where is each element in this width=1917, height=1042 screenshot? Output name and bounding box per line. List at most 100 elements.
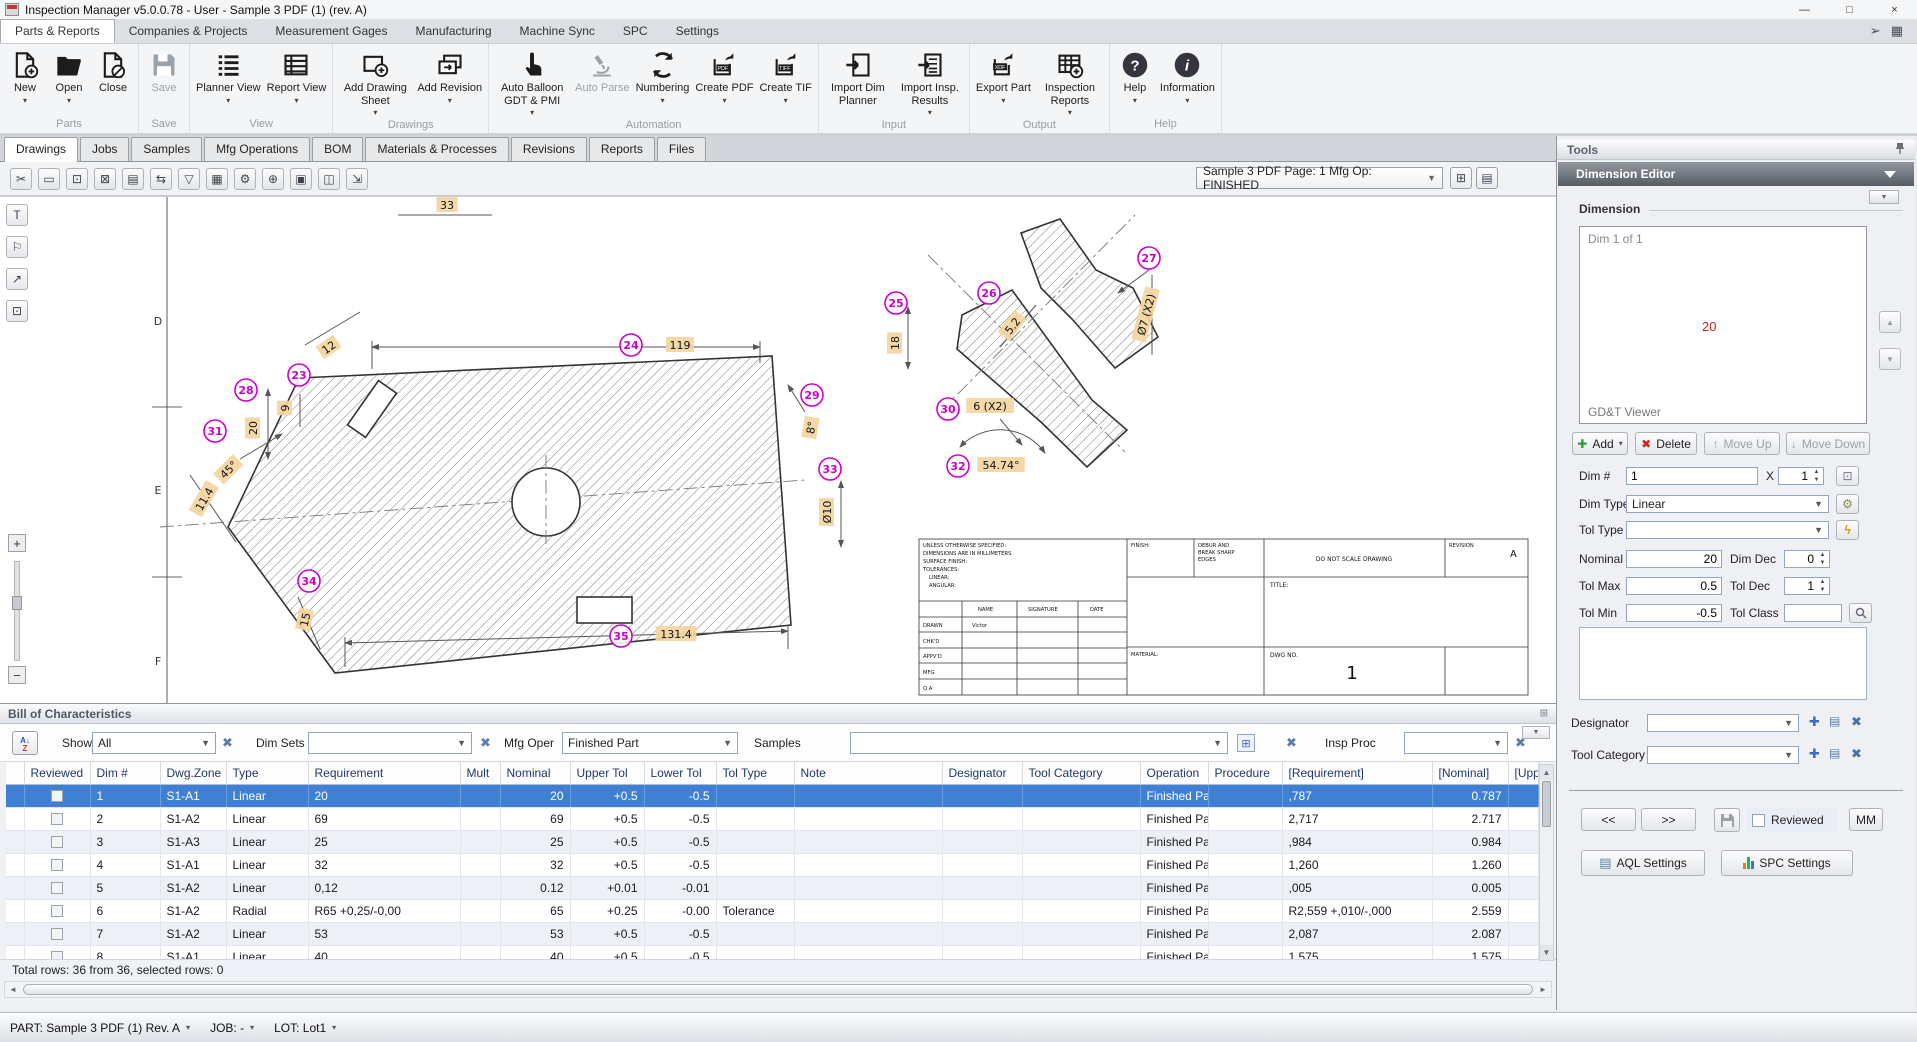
dim-sets-dropdown[interactable]: ▼ — [308, 732, 472, 754]
dimension-label[interactable]: 12 — [316, 335, 342, 359]
balloon-34[interactable]: 34 — [298, 570, 320, 592]
dimension-label[interactable]: 11.4 — [189, 480, 219, 517]
gdt-scroll-up-button[interactable]: ▲ — [1879, 311, 1901, 333]
grid-toggle-button[interactable]: ▦ — [206, 168, 228, 190]
report-view-button[interactable]: Report View ▾ — [264, 46, 330, 107]
panel-options-icon[interactable]: ⊞ — [1540, 708, 1548, 719]
balloon-29[interactable]: 29 — [801, 384, 823, 406]
tab-materials-processes[interactable]: Materials & Processes — [365, 137, 508, 161]
table-row[interactable]: 3 S1-A3 Linear 25 25 +0.5 -0.5 — [6, 831, 1538, 854]
table-row[interactable]: 4 S1-A1 Linear 32 32 +0.5 -0.5 — [6, 854, 1538, 877]
pan-tool-button[interactable]: ⇆ — [150, 168, 172, 190]
x-count-spinner[interactable]: ▲▼ — [1778, 467, 1824, 485]
chevron-down-icon[interactable]: ▾ — [186, 1023, 190, 1032]
auto-parse-button[interactable]: Auto Parse — [572, 46, 632, 97]
balloon-35[interactable]: 35 — [610, 625, 632, 647]
minimize-button[interactable]: — — [1782, 0, 1827, 19]
gdt-scroll-down-button[interactable]: ▼ — [1879, 348, 1901, 370]
designator-form-button[interactable]: ▤ — [1829, 714, 1840, 728]
chevron-down-icon[interactable]: ▾ — [250, 1023, 254, 1032]
editor-collapse-button[interactable]: ▼ — [1869, 190, 1899, 204]
delete-region-button[interactable]: ⊠ — [94, 168, 116, 190]
column-header[interactable]: Tool Category — [1022, 762, 1140, 784]
dimension-list-button[interactable]: ▤ — [1476, 167, 1498, 189]
column-header[interactable]: Upper Tol — [570, 762, 644, 784]
balloon-33[interactable]: 33 — [819, 458, 841, 480]
open-button[interactable]: Open ▾ — [47, 46, 91, 107]
balloon-31[interactable]: 31 — [204, 420, 226, 442]
add-dimension-button[interactable]: ✚ Add ▾ — [1572, 432, 1628, 455]
dim-type-settings-button[interactable]: ⚙ — [1836, 494, 1859, 514]
fit-width-button[interactable]: ◫ — [318, 168, 340, 190]
mfg-oper-dropdown[interactable]: Finished Part▼ — [562, 732, 738, 754]
collapse-filter-button[interactable]: ▼ — [1522, 726, 1550, 739]
sort-button[interactable]: A↓ Z — [12, 731, 38, 755]
column-header[interactable]: Type — [226, 762, 308, 784]
insp-proc-dropdown[interactable]: ▼ — [1404, 732, 1508, 754]
flag-tool-button[interactable]: ⚐ — [6, 236, 28, 258]
nominal-input[interactable] — [1626, 550, 1722, 568]
menu-tab-companies-projects[interactable]: Companies & Projects — [115, 20, 262, 43]
column-header[interactable]: Procedure — [1208, 762, 1282, 784]
leader-tool-button[interactable]: ↗ — [6, 268, 28, 290]
tol-max-input[interactable] — [1626, 577, 1722, 595]
gdt-viewer[interactable]: Dim 1 of 1 20 GD&T Viewer — [1579, 226, 1867, 424]
column-header[interactable]: Operation — [1140, 762, 1208, 784]
clear-samples-icon[interactable]: ✖ — [1286, 735, 1297, 757]
add-designator-button[interactable]: ✚ — [1809, 714, 1820, 730]
menu-tab-manufacturing[interactable]: Manufacturing — [401, 20, 505, 43]
table-row[interactable]: 6 S1-A2 Radial R65 +0,25/-0,00 65 +0.25 … — [6, 900, 1538, 923]
zoom-slider-thumb[interactable] — [12, 596, 22, 610]
filter-balloons-button[interactable]: ▽ — [178, 168, 200, 190]
tol-type-dropdown[interactable]: ▼ — [1626, 521, 1829, 539]
move-down-button[interactable]: ↓ Move Down — [1786, 432, 1870, 455]
inspection-reports-button[interactable]: Inspection Reports ▾ — [1034, 46, 1106, 119]
tab-files[interactable]: Files — [657, 137, 706, 161]
scrollbar-thumb[interactable] — [23, 984, 1533, 995]
status-part[interactable]: PART: Sample 3 PDF (1) Rev. A — [10, 1021, 180, 1035]
aql-settings-button[interactable]: ▤ AQL Settings — [1581, 850, 1705, 876]
zoom-slider[interactable] — [14, 561, 20, 661]
tab-drawings[interactable]: Drawings — [4, 137, 78, 162]
zoom-in-button[interactable]: + — [8, 534, 26, 552]
import-dim-planner-button[interactable]: Import Dim Planner — [822, 46, 894, 109]
clear-show-filter-icon[interactable]: ✖ — [222, 735, 233, 757]
column-header[interactable]: Tol Type — [716, 762, 794, 784]
pin-icon[interactable] — [1895, 142, 1905, 158]
create-tif-button[interactable]: TIFF Create TIF ▾ — [756, 46, 814, 107]
move-up-button[interactable]: ↑ Move Up — [1704, 432, 1780, 455]
fit-page-button[interactable]: ▣ — [290, 168, 312, 190]
balloon-27[interactable]: 27 — [1138, 247, 1160, 269]
column-header[interactable]: Nominal — [500, 762, 570, 784]
numbering-button[interactable]: Numbering ▾ — [633, 46, 693, 107]
drawing-canvas[interactable]: T ⚐ ↗ ⊡ + − — [0, 196, 1556, 703]
column-header[interactable]: [Nominal] — [1432, 762, 1508, 784]
create-pdf-button[interactable]: PDF Create PDF ▾ — [692, 46, 756, 107]
dim-dec-spinner[interactable]: ▲▼ — [1784, 550, 1830, 568]
menu-tab-spc[interactable]: SPC — [609, 20, 662, 43]
drawing-view-selector[interactable]: Sample 3 PDF Page: 1 Mfg Op: FINISHED ▼ — [1196, 167, 1443, 189]
spc-settings-button[interactable]: SPC Settings — [1721, 850, 1853, 876]
reviewed-checkbox-cell[interactable] — [24, 923, 90, 946]
copy-view-button[interactable]: ⊡ — [66, 168, 88, 190]
zoom-out-button[interactable]: − — [8, 666, 26, 684]
balloon-23[interactable]: 23 — [288, 364, 310, 386]
reviewed-checkbox-cell[interactable] — [24, 808, 90, 831]
text-tool-button[interactable]: T — [6, 204, 28, 226]
previous-dimension-button[interactable]: << — [1581, 808, 1636, 831]
reviewed-checkbox[interactable] — [1752, 814, 1765, 827]
reviewed-checkbox-cell[interactable] — [24, 785, 90, 808]
dimension-editor-header[interactable]: Dimension Editor — [1558, 162, 1914, 186]
menu-tab-parts-reports[interactable]: Parts & Reports — [0, 19, 115, 43]
tool-category-form-button[interactable]: ▤ — [1829, 746, 1840, 760]
column-header[interactable]: Requirement — [308, 762, 460, 784]
auto-tolerance-button[interactable]: ϟ — [1836, 520, 1859, 540]
snip-tool-button[interactable]: ✂ — [10, 168, 32, 190]
samples-grid-button[interactable]: ⊞ — [1237, 734, 1255, 752]
reviewed-checkbox-cell[interactable] — [24, 877, 90, 900]
view-settings-button[interactable]: ⚙ — [234, 168, 256, 190]
clear-tool-category-button[interactable]: ✖ — [1851, 746, 1862, 762]
maximize-button[interactable]: □ — [1827, 0, 1872, 19]
stamp-tool-button[interactable]: ⊡ — [6, 300, 28, 322]
table-row[interactable]: 7 S1-A2 Linear 53 53 +0.5 -0.5 — [6, 923, 1538, 946]
